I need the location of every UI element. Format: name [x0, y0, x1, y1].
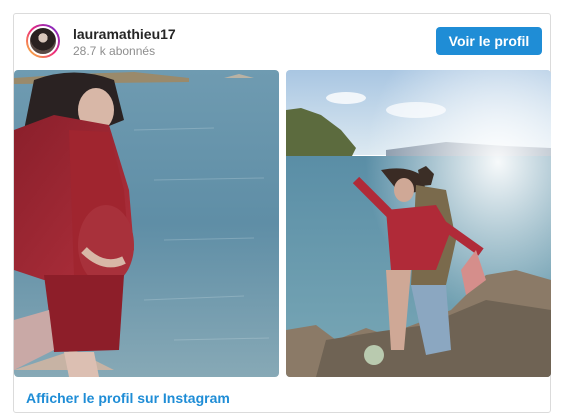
avatar-image: [28, 26, 58, 56]
view-profile-button[interactable]: Voir le profil: [436, 27, 542, 55]
view-on-instagram-link[interactable]: Afficher le profil sur Instagram: [26, 390, 230, 406]
profile-avatar[interactable]: [26, 24, 60, 58]
profile-header: lauramathieu17 28.7 k abonnés Voir le pr…: [14, 14, 550, 70]
profile-username[interactable]: lauramathieu17: [73, 26, 176, 42]
post-photo-right[interactable]: [286, 70, 551, 377]
post-photo-left[interactable]: [14, 70, 279, 377]
instagram-embed-card: lauramathieu17 28.7 k abonnés Voir le pr…: [13, 13, 551, 413]
follower-count: 28.7 k abonnés: [73, 44, 156, 58]
